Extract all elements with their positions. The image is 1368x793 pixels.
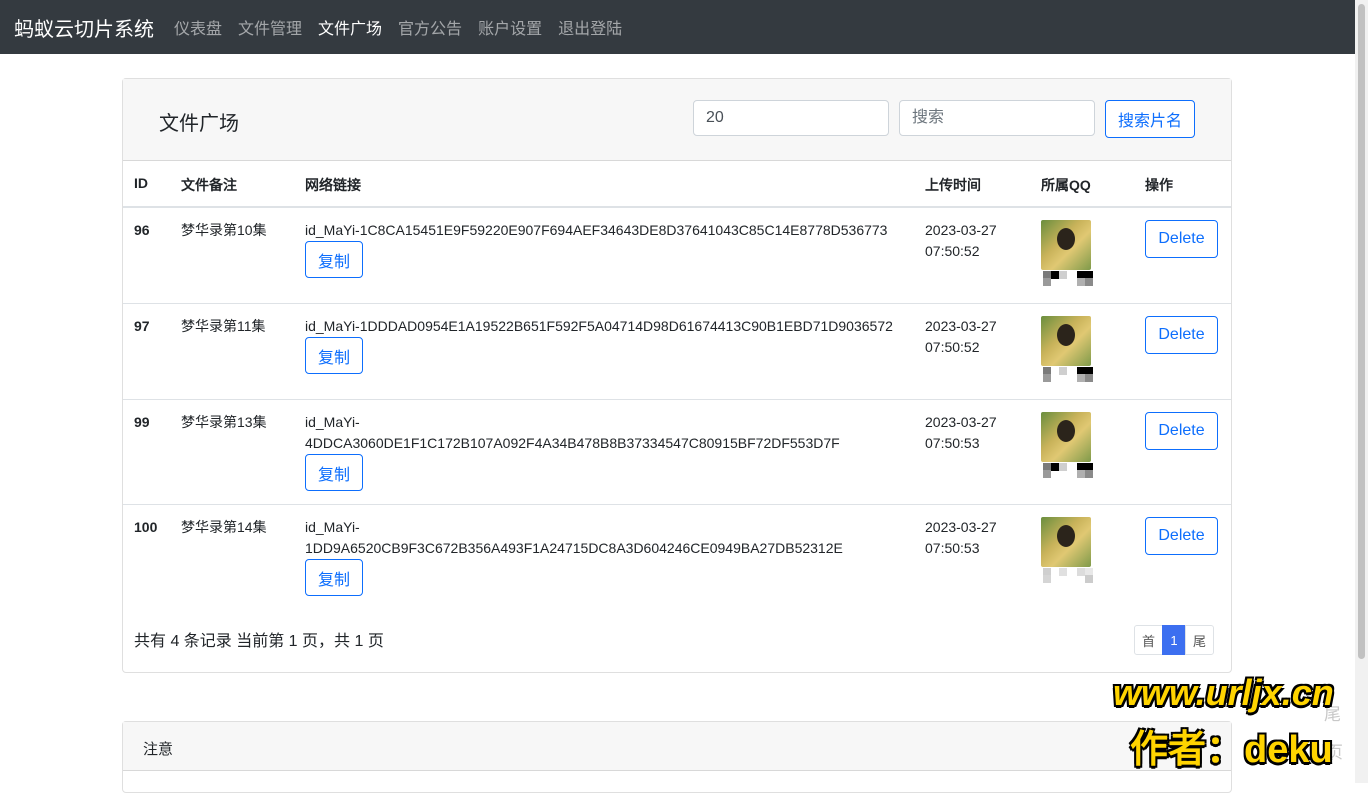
page-scrollbar[interactable] (1355, 0, 1368, 783)
nav-link-dashboard[interactable]: 仪表盘 (166, 15, 230, 39)
search-input[interactable] (899, 100, 1095, 136)
row-divider (123, 504, 1231, 505)
copy-button[interactable]: 复制 (305, 454, 363, 491)
row-link-line1: id_MaYi- (305, 519, 360, 535)
scrollbar-thumb[interactable] (1358, 4, 1365, 659)
row-note: 梦华录第10集 (181, 222, 267, 238)
nav-link-file-manage[interactable]: 文件管理 (230, 15, 310, 39)
row-date: 2023-03-27 (925, 318, 997, 334)
search-button[interactable]: 搜索片名 (1105, 100, 1195, 138)
delete-button[interactable]: Delete (1145, 517, 1218, 555)
col-header-id: ID (134, 175, 148, 191)
qq-number-pixelated (1043, 271, 1099, 286)
page-title: 文件广场 (159, 113, 239, 135)
delete-button[interactable]: Delete (1145, 412, 1218, 450)
nav-link-logout[interactable]: 退出登陆 (550, 15, 630, 39)
qq-number-pixelated (1043, 463, 1099, 478)
row-link-line2: 4DDCA3060DE1F1C172B107A092F4A34B478B8B37… (305, 435, 840, 451)
watermark-author: 作者：deku (1130, 729, 1333, 771)
row-link: id_MaYi-1DDDAD0954E1A19522B651F592F5A047… (305, 318, 893, 334)
notice-card: 注意 (122, 721, 1232, 793)
pagination-last[interactable]: 尾 (1185, 625, 1214, 655)
limit-input[interactable] (693, 100, 889, 136)
row-time: 07:50:52 (925, 243, 980, 259)
header-divider (123, 206, 1231, 208)
row-link: id_MaYi-1C8CA15451E9F59220E907F694AEF346… (305, 222, 888, 238)
col-header-note: 文件备注 (181, 177, 237, 193)
row-id: 100 (134, 519, 158, 535)
col-header-link: 网络链接 (305, 177, 361, 193)
watermark-url: www.urljx.cn (1113, 672, 1334, 713)
row-time: 07:50:52 (925, 339, 980, 355)
qq-avatar (1041, 412, 1091, 462)
qq-avatar (1041, 316, 1091, 366)
row-date: 2023-03-27 (925, 519, 997, 535)
notice-header: 注意 (123, 722, 1231, 771)
row-note: 梦华录第14集 (181, 519, 267, 535)
col-header-qq: 所属QQ (1041, 177, 1091, 193)
card-header: 文件广场 搜索片名 (123, 79, 1231, 161)
row-link-line2: 1DD9A6520CB9F3C672B356A493F1A24715DC8A3D… (305, 540, 843, 556)
row-time: 07:50:53 (925, 435, 980, 451)
copy-button[interactable]: 复制 (305, 337, 363, 374)
record-summary: 共有 4 条记录 当前第 1 页，共 1 页 (134, 633, 384, 650)
row-divider (123, 399, 1231, 400)
qq-avatar (1041, 220, 1091, 270)
qq-avatar (1041, 517, 1091, 567)
delete-button[interactable]: Delete (1145, 220, 1218, 258)
copy-button[interactable]: 复制 (305, 559, 363, 596)
top-navbar: 蚂蚁云切片系统 仪表盘 文件管理 文件广场 官方公告 账户设置 退出登陆 (0, 0, 1355, 54)
notice-title: 注意 (143, 741, 174, 758)
col-header-upload-time: 上传时间 (925, 177, 981, 193)
row-date: 2023-03-27 (925, 222, 997, 238)
row-note: 梦华录第13集 (181, 414, 267, 430)
nav-link-announcements[interactable]: 官方公告 (390, 15, 470, 39)
col-header-actions: 操作 (1145, 177, 1173, 193)
delete-button[interactable]: Delete (1145, 316, 1218, 354)
row-id: 96 (134, 222, 150, 238)
row-link-line1: id_MaYi- (305, 414, 360, 430)
brand-logo[interactable]: 蚂蚁云切片系统 (14, 13, 154, 42)
pagination-first[interactable]: 首 (1134, 625, 1163, 655)
row-date: 2023-03-27 (925, 414, 997, 430)
nav-link-file-square[interactable]: 文件广场 (310, 15, 390, 39)
pagination: 首 1 尾 (1134, 625, 1214, 655)
row-time: 07:50:53 (925, 540, 980, 556)
row-id: 97 (134, 318, 150, 334)
qq-number-pixelated (1043, 367, 1099, 382)
file-square-card: 文件广场 搜索片名 ID 文件备注 网络链接 上传时间 所属QQ 操作 96 梦… (122, 78, 1232, 673)
nav-link-account-settings[interactable]: 账户设置 (470, 15, 550, 39)
qq-number-pixelated (1043, 568, 1099, 583)
row-divider (123, 303, 1231, 304)
row-note: 梦华录第11集 (181, 318, 266, 334)
copy-button[interactable]: 复制 (305, 241, 363, 278)
row-id: 99 (134, 414, 150, 430)
pagination-page-1[interactable]: 1 (1162, 625, 1186, 655)
